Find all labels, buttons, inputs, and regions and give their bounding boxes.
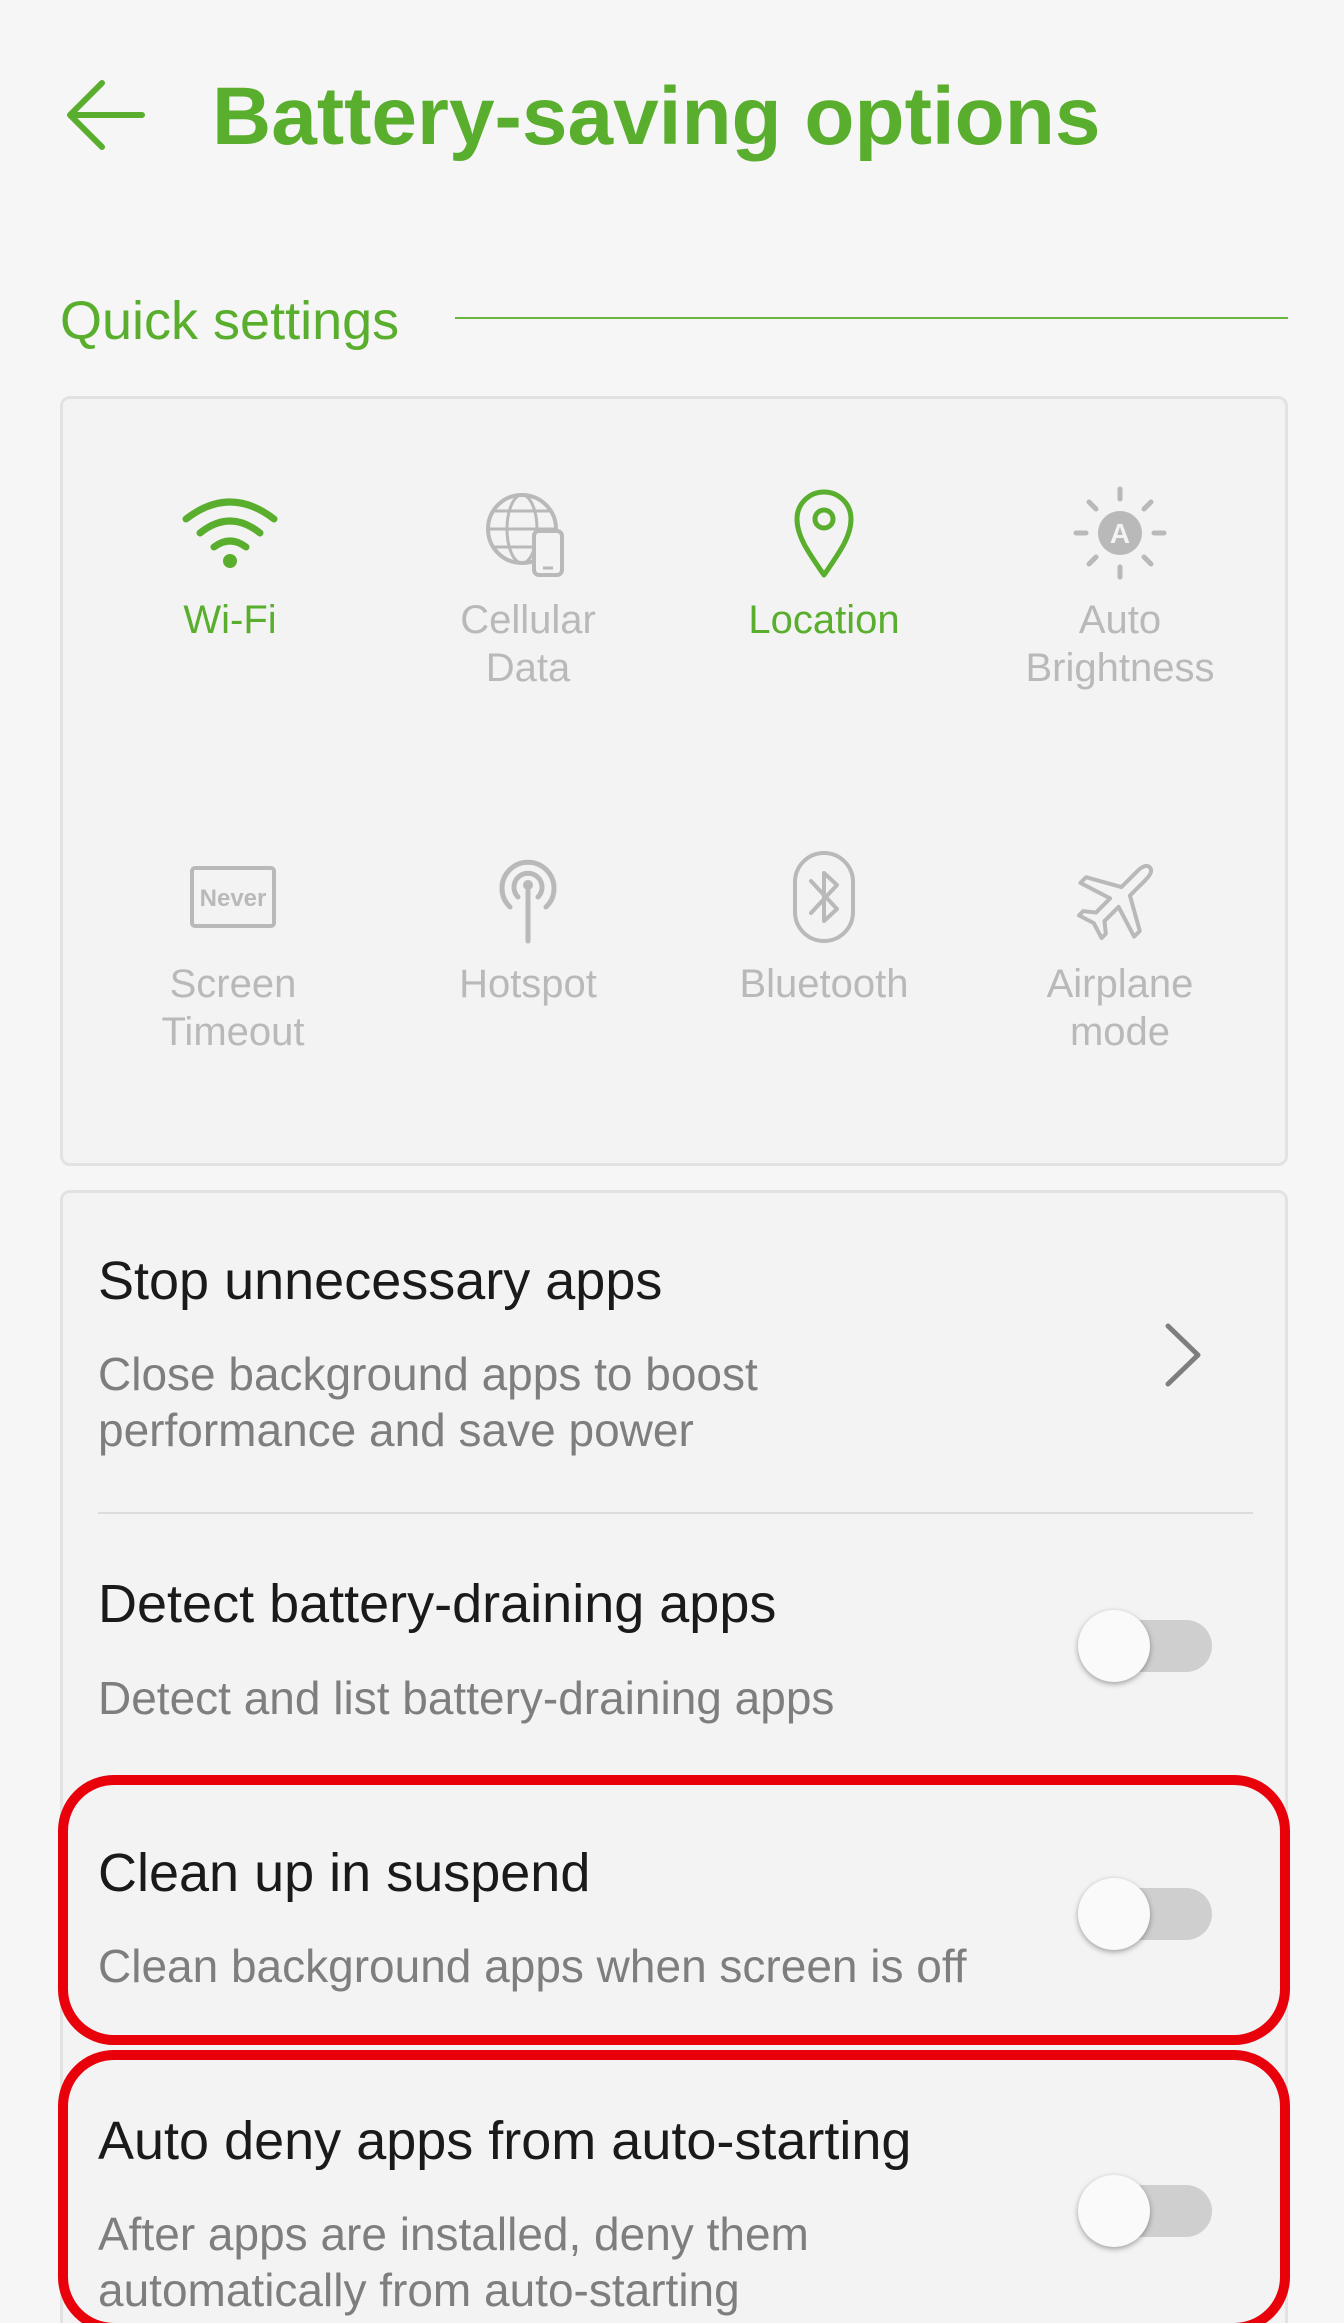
option-title: Auto deny apps from auto-starting — [98, 2111, 912, 2171]
chevron-right-icon — [1165, 1323, 1201, 1387]
page-title: Battery-saving options — [212, 71, 1101, 162]
tile-wifi[interactable]: Wi-Fi — [80, 478, 380, 644]
option-title: Detect battery-draining apps — [98, 1574, 777, 1634]
section-title-quick-settings: Quick settings — [60, 291, 400, 351]
toggle-thumb — [1078, 1878, 1150, 1950]
tile-airplane-mode[interactable]: Airplane mode — [970, 842, 1270, 1056]
screen-timeout-icon: Never — [178, 842, 288, 952]
wifi-icon — [175, 478, 285, 588]
toggle-clean-up-in-suspend[interactable] — [1078, 1878, 1212, 1950]
location-pin-icon — [769, 478, 879, 588]
tile-label: Hotspot — [459, 962, 597, 1006]
tile-label: Auto Brightness — [1025, 598, 1215, 690]
tile-auto-brightness[interactable]: A Auto Brightness — [970, 478, 1270, 692]
tile-label: Cellular Data — [460, 598, 596, 690]
back-button[interactable] — [50, 60, 160, 170]
svg-text:A: A — [1110, 518, 1130, 549]
globe-phone-icon — [473, 478, 583, 588]
tile-cellular-data[interactable]: Cellular Data — [378, 478, 678, 692]
option-description: Clean background apps when screen is off — [98, 1940, 967, 1992]
tile-label: Airplane mode — [1046, 962, 1194, 1054]
option-title: Stop unnecessary apps — [98, 1251, 663, 1311]
divider — [98, 1512, 1253, 1514]
tile-bluetooth[interactable]: Bluetooth — [674, 842, 974, 1008]
tile-label: Screen Timeout — [161, 962, 305, 1054]
tile-location[interactable]: Location — [674, 478, 974, 644]
option-description: Close background apps to boost performan… — [98, 1348, 758, 1456]
toggle-thumb — [1078, 2175, 1150, 2247]
toggle-detect-battery-draining-apps[interactable] — [1078, 1610, 1212, 1682]
tile-screen-timeout[interactable]: Never Screen Timeout — [83, 842, 383, 1056]
tile-label: Wi-Fi — [183, 598, 277, 642]
option-description: After apps are installed, deny them auto… — [98, 2208, 809, 2316]
section-divider — [455, 317, 1288, 319]
arrow-left-icon — [67, 80, 145, 150]
option-title: Clean up in suspend — [98, 1843, 591, 1903]
auto-brightness-icon: A — [1065, 478, 1175, 588]
airplane-icon — [1065, 842, 1175, 952]
bluetooth-icon — [769, 842, 879, 952]
tile-label: Bluetooth — [739, 962, 909, 1006]
hotspot-icon — [473, 842, 583, 952]
toggle-thumb — [1078, 1610, 1150, 1682]
tile-hotspot[interactable]: Hotspot — [378, 842, 678, 1008]
toggle-auto-deny-auto-start[interactable] — [1078, 2175, 1212, 2247]
tile-label: Location — [748, 598, 900, 642]
svg-text:Never: Never — [200, 885, 267, 912]
option-description: Detect and list battery-draining apps — [98, 1672, 835, 1724]
